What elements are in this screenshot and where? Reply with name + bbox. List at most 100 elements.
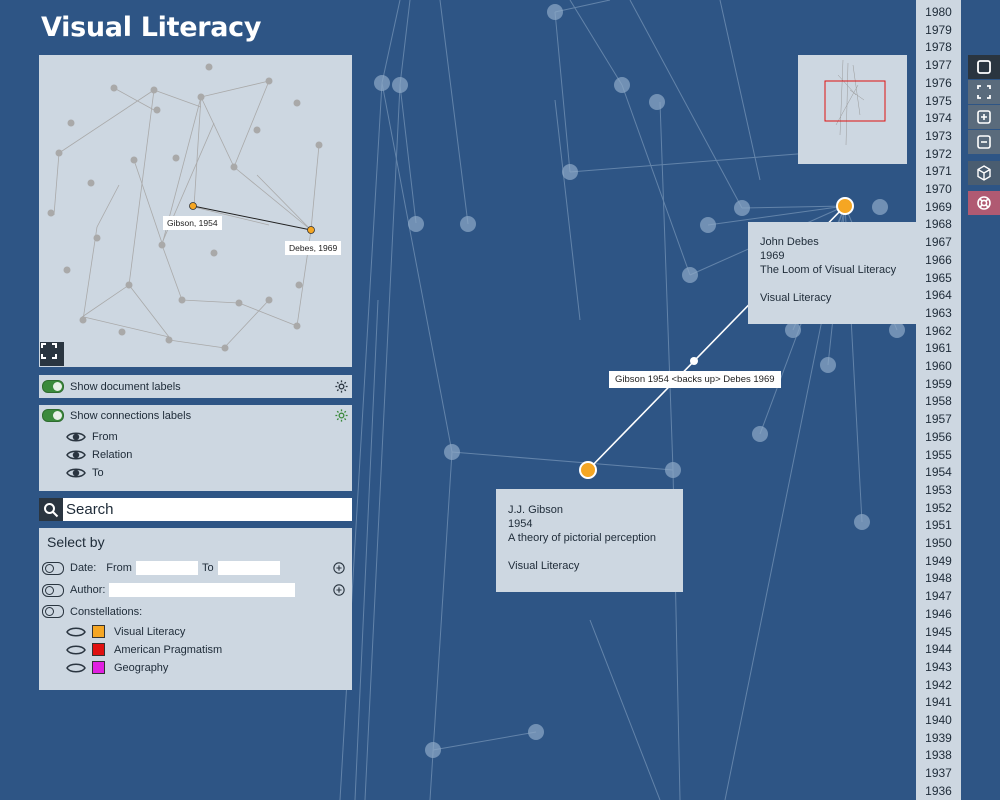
timeline-year[interactable]: 1975: [916, 94, 961, 108]
timeline-year[interactable]: 1974: [916, 111, 961, 125]
minimap-panel[interactable]: Gibson, 1954 Debes, 1969: [39, 55, 352, 367]
timeline-year[interactable]: 1976: [916, 76, 961, 90]
author-filter-toggle[interactable]: [42, 583, 64, 597]
timeline-axis[interactable]: 1980 1979 1978 1977 1976 1975 1974 1973 1972 1971…: [916, 0, 961, 800]
gear-icon[interactable]: [334, 379, 349, 394]
timeline-year[interactable]: 1948: [916, 571, 961, 585]
timeline-year[interactable]: 1946: [916, 607, 961, 621]
eye-icon: [66, 432, 86, 442]
timeline-year[interactable]: 1959: [916, 377, 961, 391]
timeline-year[interactable]: 1973: [916, 129, 961, 143]
document-card-debes[interactable]: John Debes 1969 The Loom of Visual Liter…: [748, 222, 916, 324]
timeline-year[interactable]: 1956: [916, 430, 961, 444]
3d-view-button[interactable]: [968, 161, 1000, 185]
timeline-year[interactable]: 1979: [916, 23, 961, 37]
minimap-label-gibson: Gibson, 1954: [163, 216, 222, 230]
timeline-year[interactable]: 1965: [916, 271, 961, 285]
constellations-filter-toggle[interactable]: [42, 605, 64, 618]
date-to-field[interactable]: [217, 561, 280, 575]
timeline-year[interactable]: 1955: [916, 448, 961, 462]
connection-labels-toggle[interactable]: [42, 409, 64, 422]
help-button[interactable]: [968, 191, 1000, 215]
eye-icon: [66, 627, 86, 636]
plus-circle-icon[interactable]: [333, 562, 345, 574]
search-bar[interactable]: Search: [39, 498, 352, 521]
timeline-year[interactable]: 1977: [916, 58, 961, 72]
timeline-year[interactable]: 1972: [916, 147, 961, 161]
plus-circle-icon[interactable]: [333, 584, 345, 596]
timeline-year[interactable]: 1970: [916, 182, 961, 196]
timeline-year[interactable]: 1945: [916, 625, 961, 639]
timeline-year[interactable]: 1941: [916, 695, 961, 709]
document-labels-panel: Show document labels: [39, 375, 352, 398]
document-labels-toggle[interactable]: [42, 380, 64, 393]
fullscreen-button[interactable]: [968, 80, 1000, 104]
timeline-year[interactable]: 1962: [916, 324, 961, 338]
timeline-year[interactable]: 1964: [916, 288, 961, 302]
timeline-year[interactable]: 1978: [916, 40, 961, 54]
connection-midpoint[interactable]: [690, 357, 698, 365]
timeline-year[interactable]: 1954: [916, 465, 961, 479]
select-mode-button[interactable]: [968, 55, 1000, 79]
timeline-year[interactable]: 1936: [916, 784, 961, 798]
document-card-gibson[interactable]: J.J. Gibson 1954 A theory of pictorial p…: [496, 489, 683, 592]
timeline-year[interactable]: 1952: [916, 501, 961, 515]
timeline-year[interactable]: 1966: [916, 253, 961, 267]
zoom-out-button[interactable]: [968, 130, 1000, 154]
constellation-swatch: [92, 643, 105, 656]
timeline-year[interactable]: 1980: [916, 5, 961, 19]
timeline-year[interactable]: 1937: [916, 766, 961, 780]
timeline-year[interactable]: 1957: [916, 412, 961, 426]
date-filter-toggle[interactable]: [42, 561, 64, 575]
constellation-swatch: [92, 661, 105, 674]
zoom-in-button[interactable]: [968, 105, 1000, 129]
connection-option-relation[interactable]: Relation: [66, 449, 132, 461]
minimap-graph[interactable]: [39, 55, 352, 367]
timeline-year[interactable]: 1971: [916, 164, 961, 178]
constellation-item-american-pragmatism[interactable]: American Pragmatism: [66, 643, 222, 656]
timeline-year[interactable]: 1940: [916, 713, 961, 727]
overview-viewport[interactable]: [824, 80, 886, 122]
timeline-year[interactable]: 1960: [916, 359, 961, 373]
search-button[interactable]: [39, 498, 63, 521]
node-gibson-1954[interactable]: [579, 461, 597, 479]
timeline-year[interactable]: 1967: [916, 235, 961, 249]
timeline-year[interactable]: 1953: [916, 483, 961, 497]
minimap-node-debes[interactable]: [307, 226, 315, 234]
search-input[interactable]: Search: [66, 501, 114, 518]
eye-icon: [66, 663, 86, 672]
timeline-year[interactable]: 1963: [916, 306, 961, 320]
select-by-heading: Select by: [47, 534, 105, 550]
timeline-year[interactable]: 1947: [916, 589, 961, 603]
constellation-item-geography[interactable]: Geography: [66, 661, 168, 674]
connection-option-from[interactable]: From: [66, 431, 118, 443]
expand-button[interactable]: [40, 342, 64, 366]
timeline-year[interactable]: 1950: [916, 536, 961, 550]
constellation-item-visual-literacy[interactable]: Visual Literacy: [66, 625, 185, 638]
timeline-year[interactable]: 1969: [916, 200, 961, 214]
gear-icon[interactable]: [334, 408, 349, 423]
node-debes-1969[interactable]: [836, 197, 854, 215]
timeline-year[interactable]: 1944: [916, 642, 961, 656]
from-label: From: [106, 562, 132, 574]
timeline-year[interactable]: 1958: [916, 394, 961, 408]
author-field[interactable]: [109, 583, 296, 597]
timeline-year[interactable]: 1951: [916, 518, 961, 532]
timeline-year[interactable]: 1938: [916, 748, 961, 762]
connection-labels-panel: Show connections labels From Relation To: [39, 405, 352, 491]
connection-option-to[interactable]: To: [66, 467, 104, 479]
overview-navigator[interactable]: [798, 55, 907, 164]
date-from-field[interactable]: [135, 561, 198, 575]
card-constellation: Visual Literacy: [508, 560, 580, 572]
author-label: Author:: [70, 584, 106, 596]
document-labels-label: Show document labels: [70, 380, 181, 393]
timeline-year[interactable]: 1961: [916, 341, 961, 355]
timeline-year[interactable]: 1942: [916, 678, 961, 692]
minimap-node-gibson[interactable]: [189, 202, 197, 210]
eye-icon: [66, 468, 86, 478]
timeline-year[interactable]: 1949: [916, 554, 961, 568]
timeline-year[interactable]: 1939: [916, 731, 961, 745]
timeline-year[interactable]: 1943: [916, 660, 961, 674]
timeline-year[interactable]: 1968: [916, 217, 961, 231]
card-title: The Loom of Visual Literacy: [760, 264, 897, 276]
